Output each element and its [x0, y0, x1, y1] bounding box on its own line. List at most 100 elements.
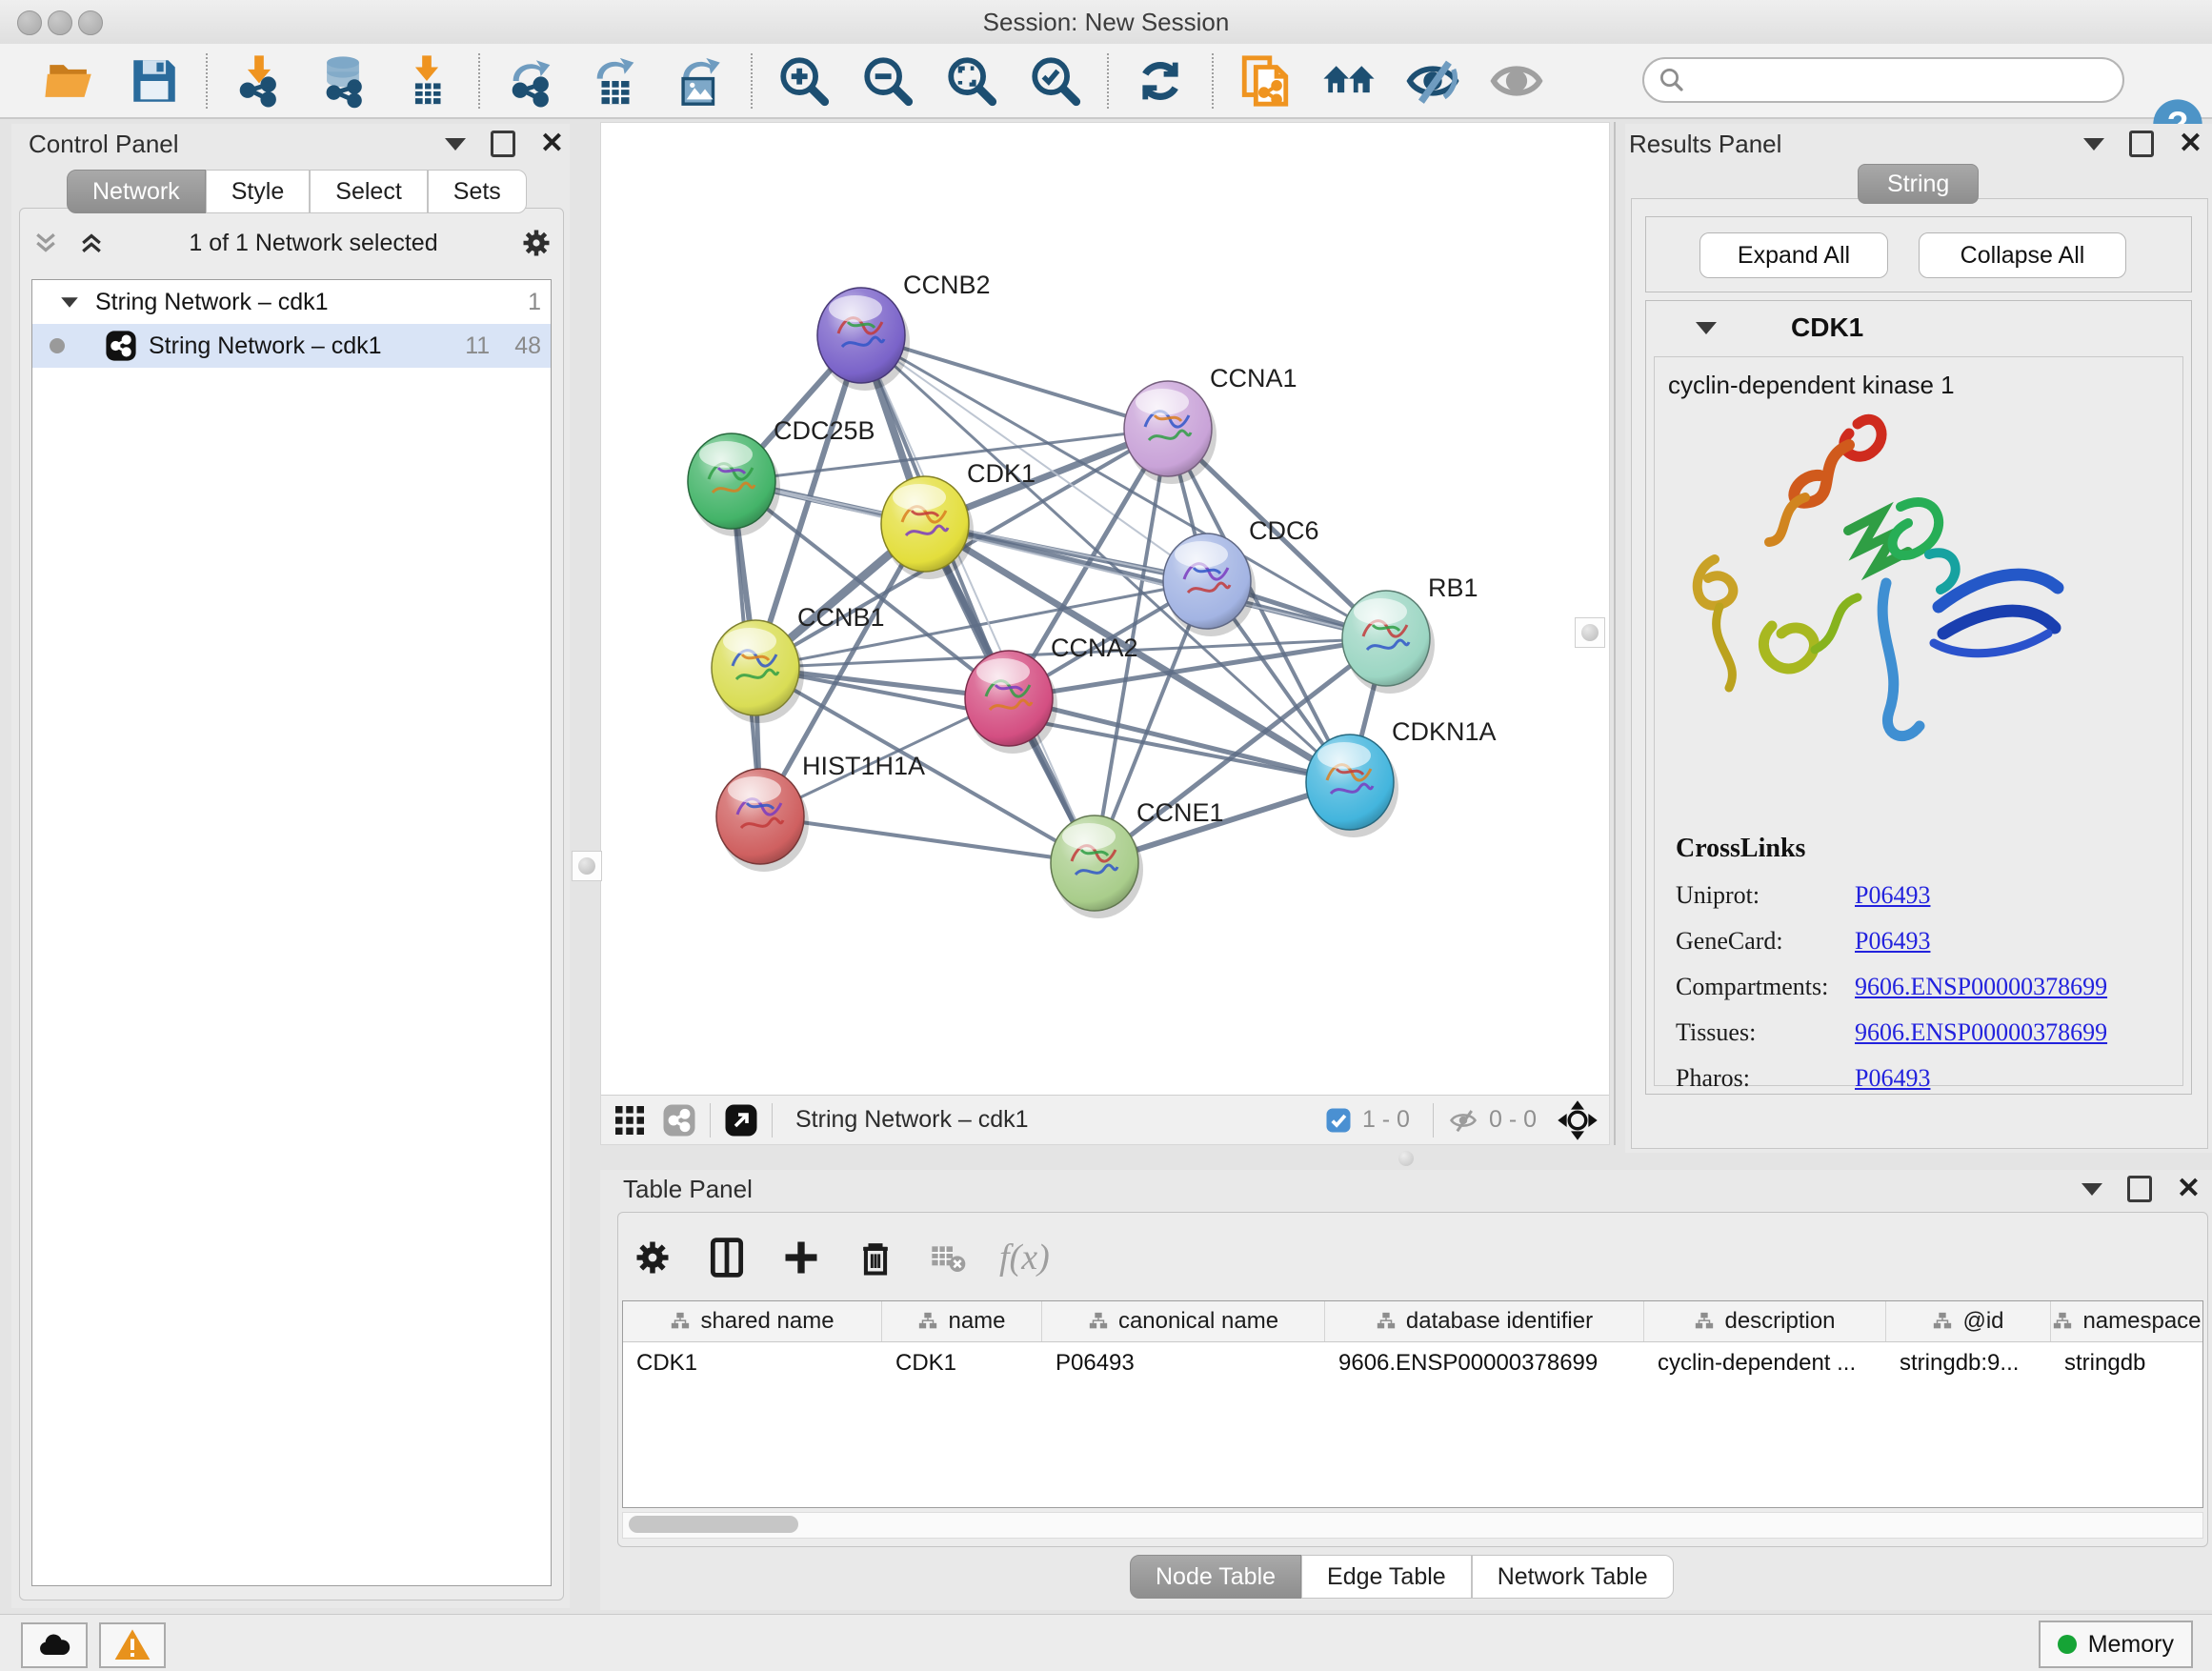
tab-string[interactable]: String — [1858, 164, 1979, 204]
import-network-icon[interactable] — [229, 50, 290, 111]
cell-name[interactable]: CDK1 — [882, 1342, 1042, 1384]
network-thumbnail-icon[interactable] — [662, 1103, 696, 1137]
show-graphics-details-icon[interactable] — [1486, 50, 1547, 111]
import-database-icon[interactable] — [312, 50, 373, 111]
grid-view-icon[interactable] — [613, 1103, 647, 1137]
crosslink-tissues[interactable]: 9606.ENSP00000378699 — [1855, 1018, 2107, 1047]
network-row[interactable]: String Network – cdk1 11 48 — [32, 324, 551, 368]
column-header[interactable]: database identifier — [1325, 1301, 1644, 1341]
panel-menu-icon[interactable] — [2081, 1183, 2102, 1196]
collapse-all-button[interactable]: Collapse All — [1919, 232, 2126, 278]
network-edge[interactable] — [861, 335, 1095, 863]
tab-network[interactable]: Network — [67, 170, 206, 213]
panel-menu-icon[interactable] — [2083, 138, 2104, 151]
table-options-gear-icon[interactable] — [632, 1237, 674, 1278]
warnings-button[interactable] — [99, 1622, 166, 1668]
network-canvas[interactable]: CCNB2CCNA1CDC25BCDK1CDC6RB1CCNB1CCNA2CDK… — [601, 123, 1609, 1093]
show-columns-icon[interactable] — [706, 1237, 748, 1278]
network-options-gear-icon[interactable] — [519, 226, 553, 260]
home-layout-icon[interactable] — [1318, 50, 1379, 111]
network-edge[interactable] — [760, 816, 1095, 863]
network-collection-row[interactable]: String Network – cdk1 1 — [32, 280, 551, 324]
refresh-icon[interactable] — [1130, 50, 1191, 111]
expand-all-button[interactable]: Expand All — [1699, 232, 1888, 278]
network-node-HIST1H1A[interactable] — [716, 769, 809, 872]
cell-shared-name[interactable]: CDK1 — [623, 1342, 882, 1384]
zoom-in-icon[interactable] — [774, 50, 835, 111]
network-node-RB1[interactable] — [1342, 591, 1435, 694]
search-input[interactable] — [1686, 66, 2090, 94]
float-panel-icon[interactable] — [2129, 131, 2154, 157]
crosslink-pharos[interactable]: P06493 — [1855, 1064, 1930, 1093]
cloud-status-button[interactable] — [21, 1622, 88, 1668]
horizontal-splitter-grip[interactable] — [1398, 1151, 1414, 1166]
crosslink-uniprot[interactable]: P06493 — [1855, 881, 1930, 910]
crosslink-compartments[interactable]: 9606.ENSP00000378699 — [1855, 973, 2107, 1001]
zoom-fit-icon[interactable] — [941, 50, 1002, 111]
delete-column-icon[interactable] — [855, 1237, 896, 1278]
column-header[interactable]: name — [882, 1301, 1042, 1341]
tab-edge-table[interactable]: Edge Table — [1301, 1555, 1472, 1599]
column-header[interactable]: @id — [1886, 1301, 2051, 1341]
selected-checkbox-icon[interactable] — [1324, 1106, 1353, 1135]
collapse-all-networks-icon[interactable] — [30, 229, 62, 257]
right-splitter-grip[interactable] — [1575, 617, 1605, 648]
float-panel-icon[interactable] — [2127, 1176, 2152, 1202]
network-node-CDC25B[interactable] — [688, 433, 780, 536]
entry-expander-icon[interactable] — [1696, 322, 1717, 334]
cell-database-identifier[interactable]: 9606.ENSP00000378699 — [1325, 1342, 1644, 1384]
network-node-CDK1[interactable] — [881, 476, 974, 579]
network-node-CDC6[interactable] — [1163, 534, 1256, 636]
column-tree-icon — [2052, 1311, 2073, 1332]
expand-all-networks-icon[interactable] — [75, 229, 108, 257]
column-header[interactable]: namespace — [2051, 1301, 2202, 1341]
cell-description[interactable]: cyclin-dependent ... — [1644, 1342, 1886, 1384]
scrollbar-thumb[interactable] — [629, 1516, 798, 1533]
float-panel-icon[interactable] — [491, 131, 515, 157]
export-table-icon[interactable] — [585, 50, 646, 111]
network-node-CDKN1A[interactable] — [1306, 735, 1398, 837]
table-row[interactable]: CDK1 CDK1 P06493 9606.ENSP00000378699 cy… — [623, 1342, 2202, 1384]
network-node-CCNA2[interactable] — [965, 651, 1057, 754]
close-panel-icon[interactable]: ✕ — [2179, 133, 2202, 154]
panel-menu-icon[interactable] — [445, 138, 466, 151]
toolbar-separator — [478, 53, 480, 109]
save-session-icon[interactable] — [124, 50, 185, 111]
cell-canonical-name[interactable]: P06493 — [1042, 1342, 1325, 1384]
tab-style[interactable]: Style — [206, 170, 311, 213]
tab-node-table[interactable]: Node Table — [1130, 1555, 1301, 1599]
create-column-icon[interactable] — [780, 1237, 822, 1278]
network-node-CCNB2[interactable] — [817, 288, 910, 391]
import-table-icon[interactable] — [396, 50, 457, 111]
column-header[interactable]: canonical name — [1042, 1301, 1325, 1341]
network-node-CCNE1[interactable] — [1051, 815, 1143, 918]
tab-select[interactable]: Select — [310, 170, 427, 213]
left-splitter-grip[interactable] — [572, 851, 602, 881]
export-network-icon[interactable] — [501, 50, 562, 111]
crosslink-genecard[interactable]: P06493 — [1855, 927, 1930, 956]
column-header[interactable]: shared name — [623, 1301, 882, 1341]
toolbar-search-field[interactable] — [1642, 57, 2124, 103]
panel-divider[interactable] — [1614, 122, 1616, 1145]
copy-network-to-clipboard-icon[interactable] — [1235, 50, 1296, 111]
network-node-CCNA1[interactable] — [1124, 381, 1217, 484]
zoom-out-icon[interactable] — [857, 50, 918, 111]
cell-id[interactable]: stringdb:9... — [1886, 1342, 2051, 1384]
export-image-icon[interactable] — [669, 50, 730, 111]
close-panel-icon[interactable]: ✕ — [2177, 1178, 2201, 1199]
open-session-icon[interactable] — [40, 50, 101, 111]
crosslink-label: Pharos: — [1676, 1064, 1855, 1093]
birdseye-view-icon[interactable] — [724, 1103, 758, 1137]
table-horizontal-scrollbar[interactable] — [622, 1512, 2203, 1539]
node-entry-header[interactable]: CDK1 — [1646, 301, 2191, 354]
tab-sets[interactable]: Sets — [428, 170, 527, 213]
hide-graphics-details-icon[interactable] — [1402, 50, 1463, 111]
pan-mode-icon[interactable] — [1558, 1100, 1598, 1140]
memory-button[interactable]: Memory — [2039, 1621, 2193, 1668]
tab-network-table[interactable]: Network Table — [1472, 1555, 1674, 1599]
cell-namespace[interactable]: stringdb — [2051, 1342, 2202, 1384]
collection-expander-icon[interactable] — [61, 297, 78, 307]
zoom-selected-icon[interactable] — [1025, 50, 1086, 111]
close-panel-icon[interactable]: ✕ — [540, 133, 564, 154]
column-header[interactable]: description — [1644, 1301, 1886, 1341]
